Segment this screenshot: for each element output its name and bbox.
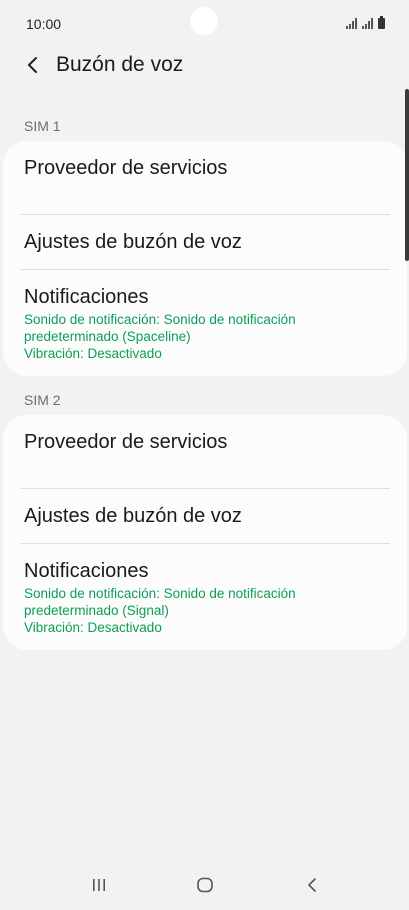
sim2-settings-item[interactable]: Ajustes de buzón de voz [3, 489, 407, 543]
nav-back-button[interactable] [292, 870, 332, 900]
sim2-notifications-vibration: Vibración: Desactivado [24, 620, 162, 635]
sim2-settings-label: Ajustes de buzón de voz [24, 505, 242, 527]
sim2-provider-label: Proveedor de servicios [24, 431, 228, 453]
sim2-provider-item[interactable]: Proveedor de servicios [3, 415, 407, 488]
section-label-sim2: SIM 2 [24, 392, 61, 408]
camera-cutout [190, 7, 218, 35]
sim2-card: Proveedor de servicios Ajustes de buzón … [3, 415, 407, 650]
scrollbar[interactable] [405, 89, 409, 261]
back-button[interactable] [18, 50, 48, 80]
signal-sim1-icon [346, 18, 357, 29]
status-bar: 10:00 [0, 0, 409, 44]
sim2-notifications-sound-line2: predeterminado (Signal) [24, 603, 169, 618]
sim1-notifications-vibration: Vibración: Desactivado [24, 346, 162, 361]
sim1-provider-item[interactable]: Proveedor de servicios [3, 141, 407, 214]
sim1-settings-item[interactable]: Ajustes de buzón de voz [3, 215, 407, 269]
navigation-bar [0, 860, 409, 910]
sim1-notifications-sound-line1: Sonido de notificación: Sonido de notifi… [24, 312, 296, 327]
sim2-notifications-sound-line1: Sonido de notificación: Sonido de notifi… [24, 586, 296, 601]
sim1-notifications-title: Notificaciones [24, 286, 149, 308]
battery-icon [378, 16, 385, 29]
status-time: 10:00 [26, 16, 62, 32]
recents-button[interactable] [79, 870, 119, 900]
page-title: Buzón de voz [56, 53, 184, 76]
home-icon [197, 877, 213, 893]
home-button[interactable] [185, 870, 225, 900]
sim1-notifications-item[interactable]: Notificaciones Sonido de notificación: S… [3, 270, 407, 376]
sim2-notifications-item[interactable]: Notificaciones Sonido de notificación: S… [3, 544, 407, 650]
sim2-notifications-title: Notificaciones [24, 560, 149, 582]
sim1-provider-label: Proveedor de servicios [24, 157, 228, 179]
section-label-sim1: SIM 1 [24, 118, 61, 134]
sim1-card: Proveedor de servicios Ajustes de buzón … [3, 141, 407, 376]
sim1-notifications-sound-line2: predeterminado (Spaceline) [24, 329, 191, 344]
signal-sim2-icon [362, 18, 373, 29]
nav-back-icon [308, 878, 316, 892]
status-icons [346, 16, 385, 29]
recents-icon [93, 879, 105, 891]
app-header: Buzón de voz [0, 44, 409, 88]
chevron-left-icon [28, 57, 37, 73]
sim1-settings-label: Ajustes de buzón de voz [24, 231, 242, 253]
